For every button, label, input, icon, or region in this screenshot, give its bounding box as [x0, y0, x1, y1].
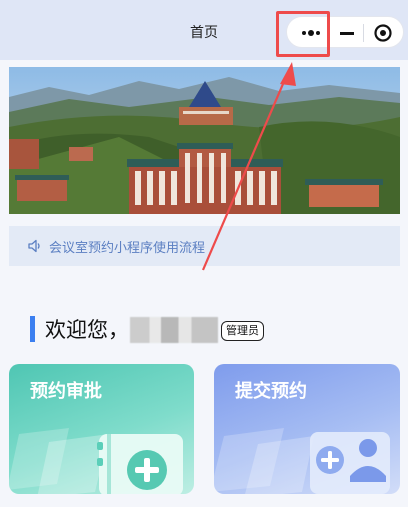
- card-title: 提交预约: [235, 381, 307, 402]
- user-add-icon: [310, 432, 390, 494]
- navigation-bar: 首页: [0, 0, 408, 60]
- welcome-greeting: 欢迎您，: [45, 318, 129, 342]
- card-title: 预约审批: [30, 381, 102, 402]
- approve-booking-card[interactable]: 预约审批: [9, 364, 194, 494]
- annotation-highlight-box: [276, 11, 330, 57]
- campus-photo: [9, 67, 400, 214]
- submit-booking-card[interactable]: 提交预约: [214, 364, 400, 494]
- notice-bar[interactable]: 会议室预约小程序使用流程: [9, 226, 400, 266]
- section-accent-bar: [30, 316, 35, 342]
- minimize-icon[interactable]: [337, 25, 357, 41]
- campus-banner[interactable]: [9, 67, 400, 214]
- target-circle-icon[interactable]: [373, 23, 393, 43]
- speaker-icon: [28, 239, 40, 253]
- document-add-icon: [97, 434, 183, 494]
- role-badge: 管理员: [221, 321, 264, 341]
- notice-text: 会议室预约小程序使用流程: [49, 241, 206, 256]
- capsule-divider: [363, 24, 364, 42]
- redacted-user-name: [130, 317, 218, 343]
